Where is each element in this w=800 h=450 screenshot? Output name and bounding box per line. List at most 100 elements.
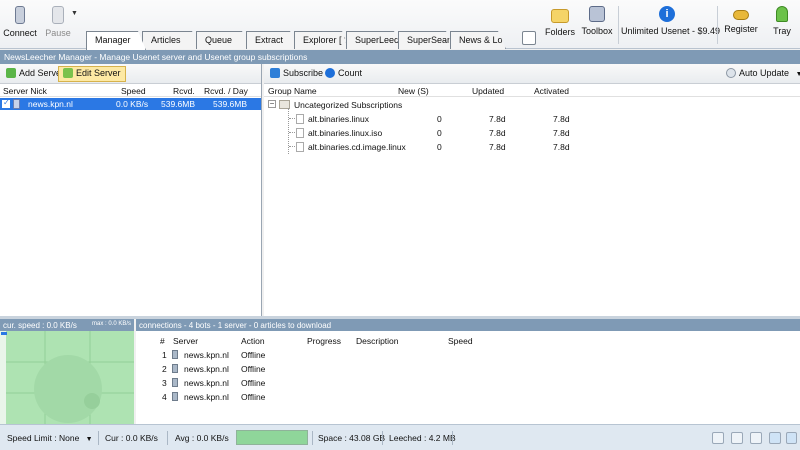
disk-space-status: Space : 43.08 GB: [318, 433, 386, 443]
speed-graph-panel: cur. speed : 0.0 KB/s max : 0.0 KB/s: [0, 319, 134, 424]
group-new: 0: [437, 142, 442, 152]
col-action[interactable]: Action: [241, 336, 265, 346]
tab-queue[interactable]: Queue: [196, 31, 250, 49]
register-label: Register: [724, 24, 758, 34]
watermark-logo-icon: [34, 355, 102, 423]
col-new[interactable]: New (S): [398, 86, 429, 96]
speed-limit-dropdown-icon: ▼: [85, 436, 93, 443]
col-group-name[interactable]: Group Name: [268, 86, 317, 96]
group-name: alt.binaries.linux.iso: [308, 128, 383, 138]
count-label: Count: [338, 68, 363, 78]
count-button[interactable]: Count: [321, 66, 366, 82]
connection-row[interactable]: 2 news.kpn.nl Offline: [136, 362, 800, 375]
group-row[interactable]: alt.binaries.linux 0 7.8d 7.8d: [264, 112, 800, 125]
folders-label: Folders: [544, 27, 575, 37]
col-speed[interactable]: Speed: [448, 336, 473, 346]
pause-dropdown-caret-icon[interactable]: ▼: [71, 10, 78, 17]
subscribe-button[interactable]: Subscribe: [266, 66, 327, 82]
tab-explorer[interactable]: Explorer [ ?: [294, 31, 350, 49]
col-updated[interactable]: Updated: [472, 86, 504, 96]
tab-news-and-logs[interactable]: News & Lo: [450, 31, 506, 49]
group-updated: 7.8d: [489, 142, 506, 152]
clock-icon: [726, 68, 736, 78]
server-name: news.kpn.nl: [28, 99, 73, 109]
pause-button[interactable]: Pause: [42, 2, 74, 46]
server-rcvd: 539.6MB: [161, 99, 196, 109]
main-toolbar: Connect Pause ▼ Manager Articles Queue E…: [0, 0, 800, 49]
auto-update-button[interactable]: Auto Update ▼: [722, 66, 800, 82]
info-icon: i: [659, 6, 675, 22]
tab-supersearch[interactable]: SuperSearc: [398, 31, 454, 49]
tab-superleech[interactable]: SuperLeech: [346, 31, 402, 49]
connect-button[interactable]: Connect: [3, 2, 37, 46]
register-button[interactable]: Register: [722, 2, 760, 46]
group-activated: 7.8d: [553, 128, 570, 138]
add-server-icon: [6, 68, 16, 78]
col-activated[interactable]: Activated: [534, 86, 569, 96]
tab-overflow-icon[interactable]: [522, 31, 536, 45]
speed-limit-label: Speed Limit : None: [7, 433, 80, 443]
tray-button[interactable]: Tray: [768, 2, 796, 46]
group-name: alt.binaries.cd.image.linux: [308, 142, 406, 152]
download-progress-bar: [236, 430, 308, 445]
toolbox-button[interactable]: Toolbox: [580, 2, 614, 46]
col-server[interactable]: Server: [173, 336, 198, 346]
col-progress[interactable]: Progress: [307, 336, 341, 346]
leeched-status: Leeched : 4.2 MB: [389, 433, 456, 443]
tab-articles[interactable]: Articles: [142, 31, 200, 49]
col-speed[interactable]: Speed: [121, 86, 146, 96]
details-icon[interactable]: [750, 432, 762, 444]
connections-header: connections - 4 bots - 1 server - 0 arti…: [136, 319, 800, 331]
unlimited-usenet-label: Unlimited Usenet - $9.49: [621, 26, 721, 36]
collapse-icon[interactable]: −: [268, 100, 276, 108]
connection-row[interactable]: 1 news.kpn.nl Offline: [136, 348, 800, 361]
folder-row[interactable]: − Uncategorized Subscriptions: [264, 98, 800, 111]
edit-server-button[interactable]: Edit Server: [58, 66, 126, 82]
tab-strip: Manager Articles Queue Extract Explorer …: [86, 31, 536, 49]
bot-number: 3: [162, 378, 167, 388]
server-row[interactable]: news.kpn.nl 0.0 KB/s 539.6MB 539.6MB: [0, 98, 261, 110]
pause-icon: [52, 6, 64, 24]
tab-extract[interactable]: Extract: [246, 31, 298, 49]
group-updated: 7.8d: [489, 114, 506, 124]
list-icon[interactable]: [731, 432, 743, 444]
tree-line: [289, 132, 295, 133]
col-num[interactable]: #: [160, 336, 165, 346]
window-icon[interactable]: [769, 432, 781, 444]
group-row[interactable]: alt.binaries.linux.iso 0 7.8d 7.8d: [264, 126, 800, 139]
subscriptions-actionbar: Subscribe Count Auto Update ▼: [264, 64, 800, 84]
subscribe-label: Subscribe: [283, 68, 324, 78]
server-enabled-checkbox[interactable]: [2, 98, 10, 108]
connection-row[interactable]: 4 news.kpn.nl Offline: [136, 390, 800, 403]
bot-number: 4: [162, 392, 167, 402]
layout-icon[interactable]: [786, 432, 797, 444]
col-server-nick[interactable]: Server Nick: [3, 86, 47, 96]
auto-update-dropdown-icon[interactable]: ▼: [796, 71, 800, 78]
bot-action: Offline: [241, 392, 266, 402]
toolbox-label: Toolbox: [581, 26, 613, 36]
server-icon: [172, 378, 178, 387]
folder-name: Uncategorized Subscriptions: [294, 100, 403, 110]
server-icon: [13, 99, 20, 109]
connect-label: Connect: [3, 28, 37, 38]
group-new: 0: [437, 128, 442, 138]
connection-row[interactable]: 3 news.kpn.nl Offline: [136, 376, 800, 389]
tab-manager[interactable]: Manager: [86, 31, 146, 50]
current-speed-status: Cur : 0.0 KB/s: [105, 433, 158, 443]
bot-server: news.kpn.nl: [184, 364, 229, 374]
group-row[interactable]: alt.binaries.cd.image.linux 0 7.8d 7.8d: [264, 140, 800, 153]
col-rcvd-day[interactable]: Rcvd. / Day: [204, 86, 248, 96]
newsgroup-icon: [296, 128, 304, 138]
col-rcvd[interactable]: Rcvd.: [173, 86, 195, 96]
connections-panel: connections - 4 bots - 1 server - 0 arti…: [136, 319, 800, 424]
speed-graph-canvas: [0, 331, 134, 424]
speed-limit-dropdown[interactable]: Speed Limit : None ▼: [7, 433, 93, 443]
bot-action: Offline: [241, 364, 266, 374]
eye-icon[interactable]: [712, 432, 724, 444]
status-separator: [167, 431, 168, 445]
folders-button[interactable]: Folders: [544, 2, 576, 46]
group-activated: 7.8d: [553, 142, 570, 152]
toolbox-icon: [589, 6, 605, 22]
col-description[interactable]: Description: [356, 336, 399, 346]
unlimited-usenet-button[interactable]: i Unlimited Usenet - $9.49: [621, 2, 721, 46]
